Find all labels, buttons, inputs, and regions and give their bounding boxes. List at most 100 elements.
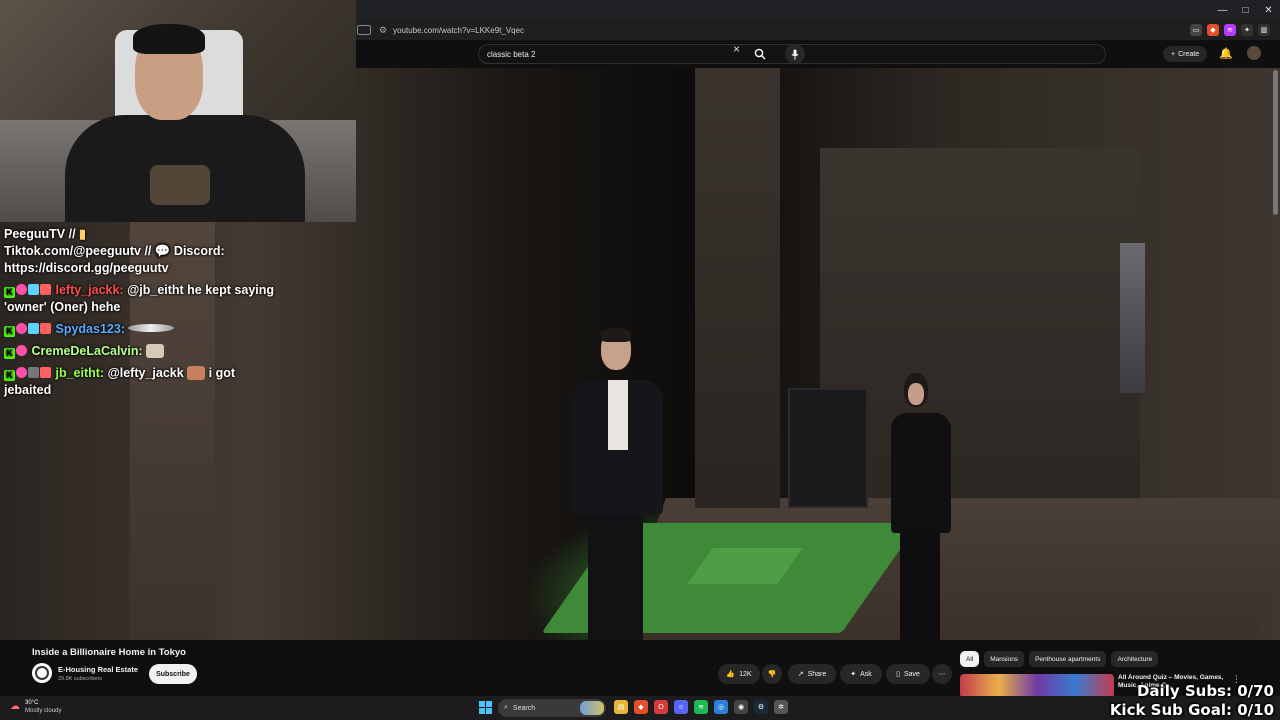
cat-emote-icon	[146, 344, 165, 358]
video-info-bar: Inside a Billionaire Home in Tokyo E-Hou…	[0, 640, 1280, 698]
obs-icon[interactable]: ◉	[734, 700, 748, 714]
kick-badge-icon: K	[4, 287, 15, 298]
ufo-emote-icon	[128, 324, 175, 332]
chat-banner: PeeguuTV // ▮ Tiktok.com/@peeguutv // 💬 …	[4, 226, 274, 277]
account-avatar[interactable]	[1247, 46, 1261, 60]
sidebar-toggle-icon[interactable]	[357, 25, 371, 35]
video-back-wall	[820, 148, 1140, 528]
chip-all[interactable]: All	[960, 651, 980, 667]
kick-badge-icon: K	[4, 326, 15, 337]
brave-browser-icon[interactable]: ◆	[634, 700, 648, 714]
microphone-icon	[791, 49, 799, 59]
subscriber-count: 29.8K subscribers	[58, 676, 103, 682]
chat-message: K lefty_jackk: @jb_eitht he kept saying …	[4, 282, 274, 316]
maximize-button[interactable]: □	[1234, 0, 1257, 20]
sidebar-icon[interactable]: ▥	[1258, 24, 1270, 36]
taskbar-search[interactable]: ⌕ Search	[498, 699, 606, 717]
subscribe-button[interactable]: Subscribe	[149, 664, 197, 684]
sub-badge-icon	[16, 345, 27, 356]
search-icon: ⌕	[504, 704, 508, 711]
kick-badge-icon: K	[4, 370, 15, 381]
channel-avatar[interactable]	[32, 663, 52, 683]
page-scrollbar[interactable]	[1273, 70, 1278, 215]
opera-icon[interactable]: O	[654, 700, 668, 714]
brave-shield-icon[interactable]: ◆	[1207, 24, 1219, 36]
face-emote-icon	[187, 366, 206, 380]
windows-start-icon[interactable]	[479, 701, 492, 714]
spotify-icon[interactable]: ≋	[694, 700, 708, 714]
video-man	[568, 328, 678, 640]
weather-temperature: 30°C	[25, 700, 39, 706]
cast-icon[interactable]: ▭	[1190, 24, 1202, 36]
close-window-button[interactable]: ✕	[1257, 0, 1280, 20]
chat-text: @lefty_jackk	[104, 366, 188, 380]
discord-icon[interactable]: ☺	[674, 700, 688, 714]
voice-search-button[interactable]	[785, 44, 805, 64]
chat-banner-line1: PeeguuTV //	[4, 227, 80, 241]
windows-taskbar: ☁ 30°C Mostly cloudy ⌕ Search ▤ ◆ O ☺ ≋ …	[0, 696, 1280, 720]
chat-message: K jb_eitht: @lefty_jackk i got jebaited	[4, 365, 274, 399]
gift-badge-icon	[28, 323, 39, 334]
webcam-streamer-hair	[133, 24, 205, 54]
like-button[interactable]: 👍 12K	[718, 664, 760, 684]
notifications-bell-icon[interactable]: 🔔	[1219, 47, 1233, 60]
chat-banner-line2a: Tiktok.com/@peeguutv //	[4, 244, 155, 258]
video-window	[1120, 243, 1145, 393]
settings-icon[interactable]: ✲	[774, 700, 788, 714]
address-bar: ⚙ youtube.com/watch?v=LKKe9t_Vqec ▭ ◆ ≋ …	[355, 20, 1280, 40]
search-icon	[754, 48, 766, 60]
weather-icon[interactable]: ☁	[10, 701, 20, 712]
recommendation-chips: All Mansions Penthouse apartments Archit…	[960, 651, 1159, 667]
plus-icon: +	[1171, 50, 1176, 58]
weather-description: Mostly cloudy	[25, 708, 62, 714]
channel-name[interactable]: E-Housing Real Estate	[58, 665, 138, 674]
puzzle-icon[interactable]: ✦	[1241, 24, 1253, 36]
search-button[interactable]	[749, 44, 771, 64]
search-input[interactable]: classic beta 2	[487, 50, 535, 59]
mod-badge-icon	[28, 367, 39, 378]
sparkle-icon: ✦	[850, 671, 857, 678]
file-explorer-icon[interactable]: ▤	[614, 700, 628, 714]
save-label: Save	[903, 670, 920, 678]
speech-bubble-icon: 💬	[154, 244, 171, 258]
sub-badge-icon	[16, 284, 27, 295]
video-title: Inside a Billionaire Home in Tokyo	[32, 647, 186, 658]
stream-goals-overlay: Daily Subs: 0/70 Kick Sub Goal: 0/10	[1110, 682, 1274, 720]
share-button[interactable]: ↗ Share	[788, 664, 836, 684]
recommended-video-thumbnail[interactable]	[960, 674, 1114, 698]
chip-architecture[interactable]: Architecture	[1111, 651, 1159, 667]
video-pillar	[695, 68, 780, 508]
taskbar-apps: ▤ ◆ O ☺ ≋ ◎ ◉ ⚙ ✲	[614, 700, 788, 714]
browser-tabstrip: — □ ✕	[355, 0, 1280, 20]
extension-icon[interactable]: ≋	[1224, 24, 1236, 36]
site-info-icon[interactable]: ⚙	[379, 25, 387, 36]
steam-icon[interactable]: ⚙	[754, 700, 768, 714]
dislike-button[interactable]: 👎	[762, 664, 782, 684]
trophy-badge-icon	[40, 323, 51, 334]
share-label: Share	[807, 670, 827, 678]
webcam-shirt-print	[150, 165, 210, 205]
sub-badge-icon	[16, 323, 27, 334]
chip-penthouse-apartments[interactable]: Penthouse apartments	[1029, 651, 1107, 667]
bookmark-icon: ▯	[896, 671, 900, 678]
create-button[interactable]: + Create	[1163, 46, 1208, 62]
chat-banner-line2b: Discord:	[170, 244, 225, 258]
save-button[interactable]: ▯ Save	[886, 664, 930, 684]
url-text[interactable]: youtube.com/watch?v=LKKe9t_Vqec	[393, 26, 524, 35]
gift-badge-icon	[28, 284, 39, 295]
app-icon[interactable]: ◎	[714, 700, 728, 714]
thumbs-up-icon: 👍	[726, 671, 736, 678]
chat-banner-line3: https://discord.gg/peeguutv	[4, 261, 169, 275]
ask-button[interactable]: ✦ Ask	[840, 664, 882, 684]
clear-search-icon[interactable]: ×	[733, 42, 740, 56]
extensions-bar: ▭ ◆ ≋ ✦ ▥	[1190, 24, 1270, 36]
golf-simulator-screen	[788, 388, 868, 508]
like-count: 12K	[739, 670, 752, 678]
minimize-button[interactable]: —	[1211, 0, 1234, 20]
share-icon: ↗	[797, 671, 804, 678]
chip-mansions[interactable]: Mansions	[984, 651, 1025, 667]
daily-subs-goal: Daily Subs: 0/70	[1136, 682, 1274, 700]
thumbs-down-icon: 👎	[767, 671, 777, 678]
kick-sub-goal: Kick Sub Goal: 0/10	[1109, 701, 1274, 719]
more-actions-button[interactable]: ⋯	[932, 664, 952, 684]
